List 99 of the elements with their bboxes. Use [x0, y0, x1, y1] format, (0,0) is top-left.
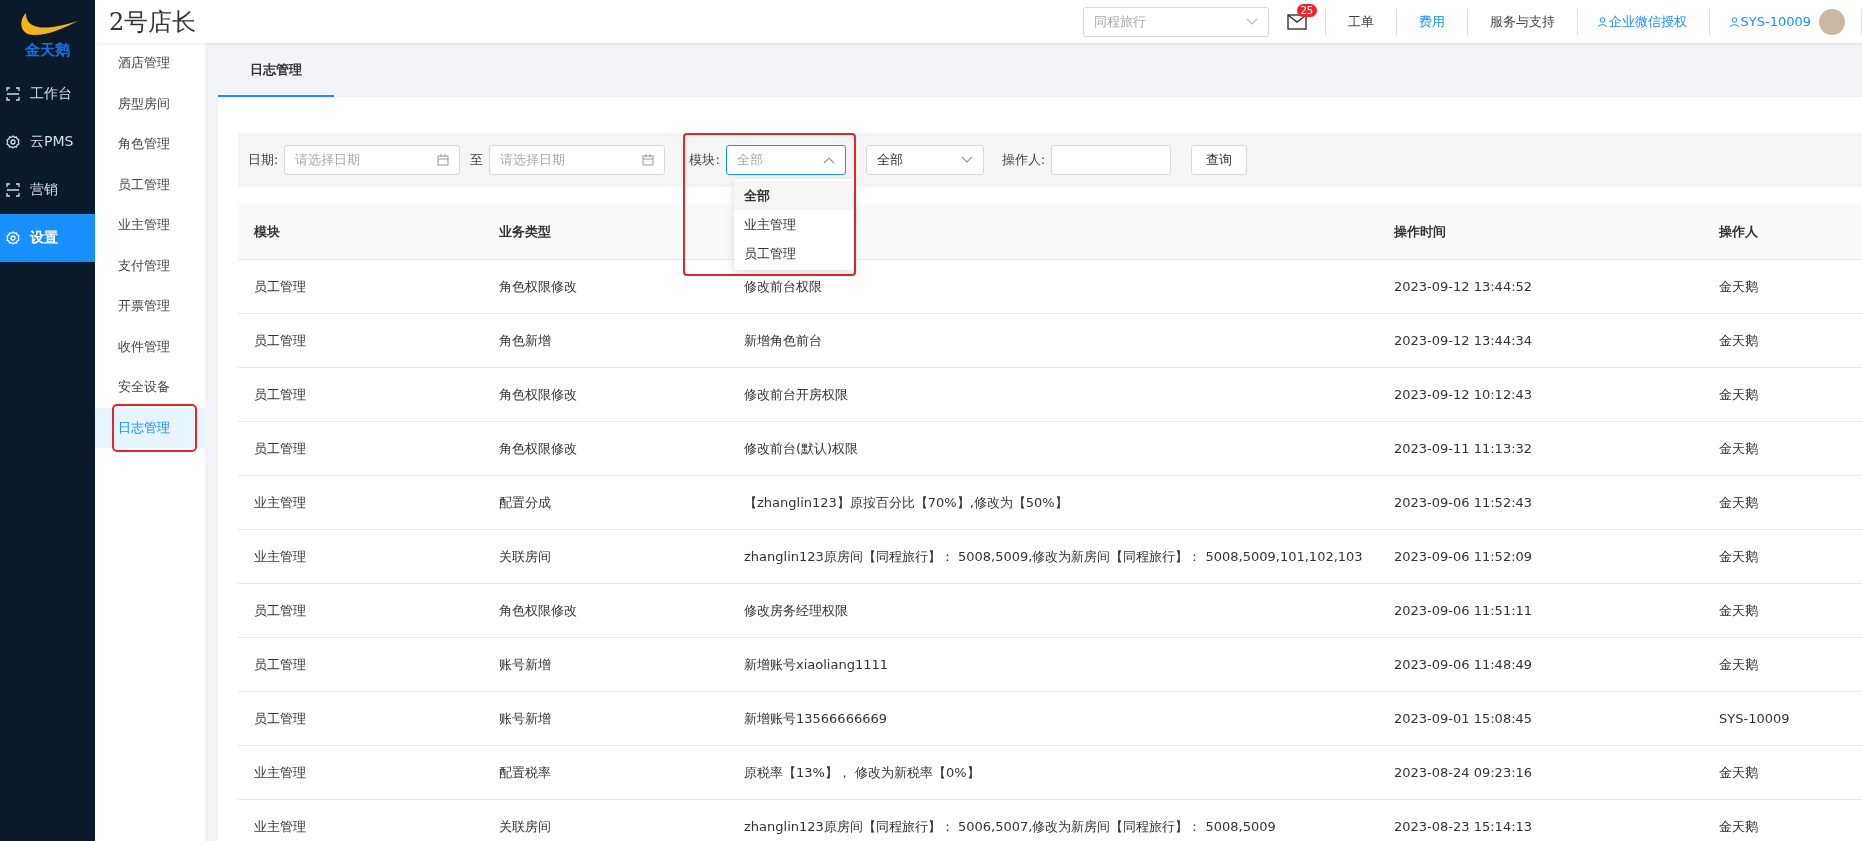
table-cell-text: 角色权限修改 — [499, 601, 578, 620]
nav-item[interactable]: 工作台 — [0, 70, 95, 118]
store-title: 2号店长 — [108, 6, 197, 38]
table-cell-text: 2023-09-11 11:13:32 — [1394, 441, 1534, 456]
table-cell-text: 关联房间 — [499, 547, 552, 566]
table-cell-text: 2023-08-23 15:14:13 — [1394, 819, 1534, 834]
table-cell-text: 修改房务经理权限 — [744, 601, 849, 620]
submenu-item[interactable]: 角色管理 — [95, 124, 205, 165]
chevron-down-icon — [1245, 17, 1258, 26]
table-cell-text: 业主管理 — [254, 817, 307, 836]
table-cell-text: 员工管理 — [254, 439, 307, 458]
submenu-item[interactable]: 安全设备 — [95, 367, 205, 408]
notification-badge: 25 — [1296, 3, 1318, 17]
chevron-down-icon — [960, 156, 973, 164]
top-link[interactable]: 服务与支持 — [1467, 12, 1577, 31]
query-button[interactable]: 查询 — [1191, 145, 1248, 175]
table-cell-text: 业主管理 — [254, 493, 307, 512]
table-cell-text: 新增账号xiaoliang1111 — [744, 655, 889, 674]
type-select[interactable]: 全部 — [865, 145, 984, 175]
table-cell-text: 金天鹅 — [1719, 493, 1759, 512]
table-cell-text: 2023-09-12 13:44:52 — [1394, 279, 1534, 294]
dropdown-option[interactable]: 员工管理 — [734, 239, 855, 268]
table-cell-text: 员工管理 — [254, 709, 307, 728]
table-cell-text: zhanglin123原房间【同程旅行】： 5006,5007,修改为新房间【同程旅行】： 5008,5009 — [744, 817, 1277, 836]
table-cell-text: 修改前台(默认)权限 — [744, 439, 860, 458]
table-cell-text: 金天鹅 — [1719, 385, 1759, 404]
table-cell-text: 2023-09-06 11:48:49 — [1394, 657, 1534, 672]
table-cell-text: 金天鹅 — [1719, 331, 1759, 350]
table-cell-text: 金天鹅 — [1719, 547, 1759, 566]
table-cell-text: 修改前台权限 — [744, 277, 823, 296]
table-cell-text: 配置分成 — [499, 493, 552, 512]
table-cell-text: 【zhanglin123】原按百分比【70%】,修改为【50%】 — [744, 493, 1069, 512]
table-cell-text: 金天鹅 — [1719, 763, 1759, 782]
column-header: 操作时间 — [1394, 222, 1447, 241]
column-header: 模块 — [254, 222, 281, 241]
table-cell-text: 修改前台开房权限 — [744, 385, 849, 404]
calendar-icon — [642, 154, 655, 166]
table-cell-text: 2023-09-12 10:12:43 — [1394, 387, 1534, 402]
operator-label: 操作人: — [1001, 151, 1046, 169]
module-label: 模块: — [689, 151, 720, 169]
table-cell-text: 金天鹅 — [1719, 439, 1759, 458]
table-cell-text: 新增角色前台 — [744, 331, 823, 350]
table-cell-text: 关联房间 — [499, 817, 552, 836]
table-cell-text: 金天鹅 — [1719, 277, 1759, 296]
submenu-item[interactable]: 酒店管理 — [95, 43, 205, 84]
gear-icon — [6, 231, 20, 245]
submenu-item[interactable]: 开票管理 — [95, 286, 205, 327]
table-cell-text: 金天鹅 — [1719, 601, 1759, 620]
calendar-icon — [437, 154, 450, 166]
nav-item[interactable]: 云PMS — [0, 118, 95, 166]
chevron-up-icon — [822, 156, 835, 164]
table-cell-text: 原税率【13%】， 修改为新税率【0%】 — [744, 763, 981, 782]
table-cell-text: 2023-09-12 13:44:34 — [1394, 333, 1534, 348]
submenu-item[interactable]: 支付管理 — [95, 245, 205, 286]
table-cell-text: 新增账号13566666669 — [744, 709, 888, 728]
scan-icon — [6, 87, 20, 101]
table-cell-text: 账号新增 — [499, 709, 552, 728]
person-icon — [1729, 16, 1739, 27]
table-cell-text: 角色权限修改 — [499, 277, 578, 296]
range-separator: 至 — [470, 151, 484, 169]
table-cell-text: 账号新增 — [499, 655, 552, 674]
table-cell-text: 角色新增 — [499, 331, 552, 350]
submenu-item[interactable]: 房型房间 — [95, 83, 205, 124]
table-cell-text: 金天鹅 — [1719, 655, 1759, 674]
table-cell-text: 员工管理 — [254, 655, 307, 674]
table-cell-text: 员工管理 — [254, 601, 307, 620]
table-cell-text: 配置税率 — [499, 763, 552, 782]
nav-item[interactable]: 营销 — [0, 166, 95, 214]
table-cell-text: 角色权限修改 — [499, 385, 578, 404]
dropdown-option[interactable]: 业主管理 — [734, 210, 855, 239]
operator-field[interactable] — [1051, 145, 1172, 175]
column-header: 操作人 — [1719, 222, 1759, 241]
table-cell-text: 2023-08-24 09:23:16 — [1394, 765, 1534, 780]
dropdown-option[interactable]: 全部 — [734, 181, 855, 210]
table-cell-text: 2023-09-06 11:52:09 — [1394, 549, 1534, 564]
table-cell-text: 员工管理 — [254, 385, 307, 404]
table-cell-text: 金天鹅 — [1719, 817, 1759, 836]
table-cell-text: 2023-09-06 11:51:11 — [1394, 603, 1534, 618]
table-cell-text: 业主管理 — [254, 763, 307, 782]
table-cell-text: 业主管理 — [254, 547, 307, 566]
date-label: 日期: — [248, 151, 279, 169]
table-cell-text: SYS-10009 — [1719, 711, 1791, 726]
submenu-item[interactable]: 员工管理 — [95, 164, 205, 205]
table-cell-text: zhanglin123原房间【同程旅行】： 5008,5009,修改为新房间【同程旅行】： 5008,5009,101,102,103 — [744, 547, 1364, 566]
table-cell-text: 员工管理 — [254, 331, 307, 350]
avatar[interactable] — [1819, 8, 1845, 35]
scan-icon — [6, 183, 20, 197]
table-cell-text: 2023-09-06 11:52:43 — [1394, 495, 1534, 510]
mail-icon[interactable] — [1286, 13, 1307, 30]
table-cell-text: 角色权限修改 — [499, 439, 578, 458]
person-icon — [1597, 16, 1607, 27]
column-header: 业务类型 — [499, 222, 552, 241]
brand-name: 金天鹅 — [25, 40, 70, 60]
submenu-item[interactable]: 业主管理 — [95, 205, 205, 246]
gear-icon — [6, 135, 20, 149]
top-link[interactable]: 工单 — [1325, 12, 1396, 31]
table-cell-text: 2023-09-01 15:08:45 — [1394, 711, 1534, 726]
submenu-item[interactable]: 收件管理 — [95, 326, 205, 367]
table-cell-text: 员工管理 — [254, 277, 307, 296]
